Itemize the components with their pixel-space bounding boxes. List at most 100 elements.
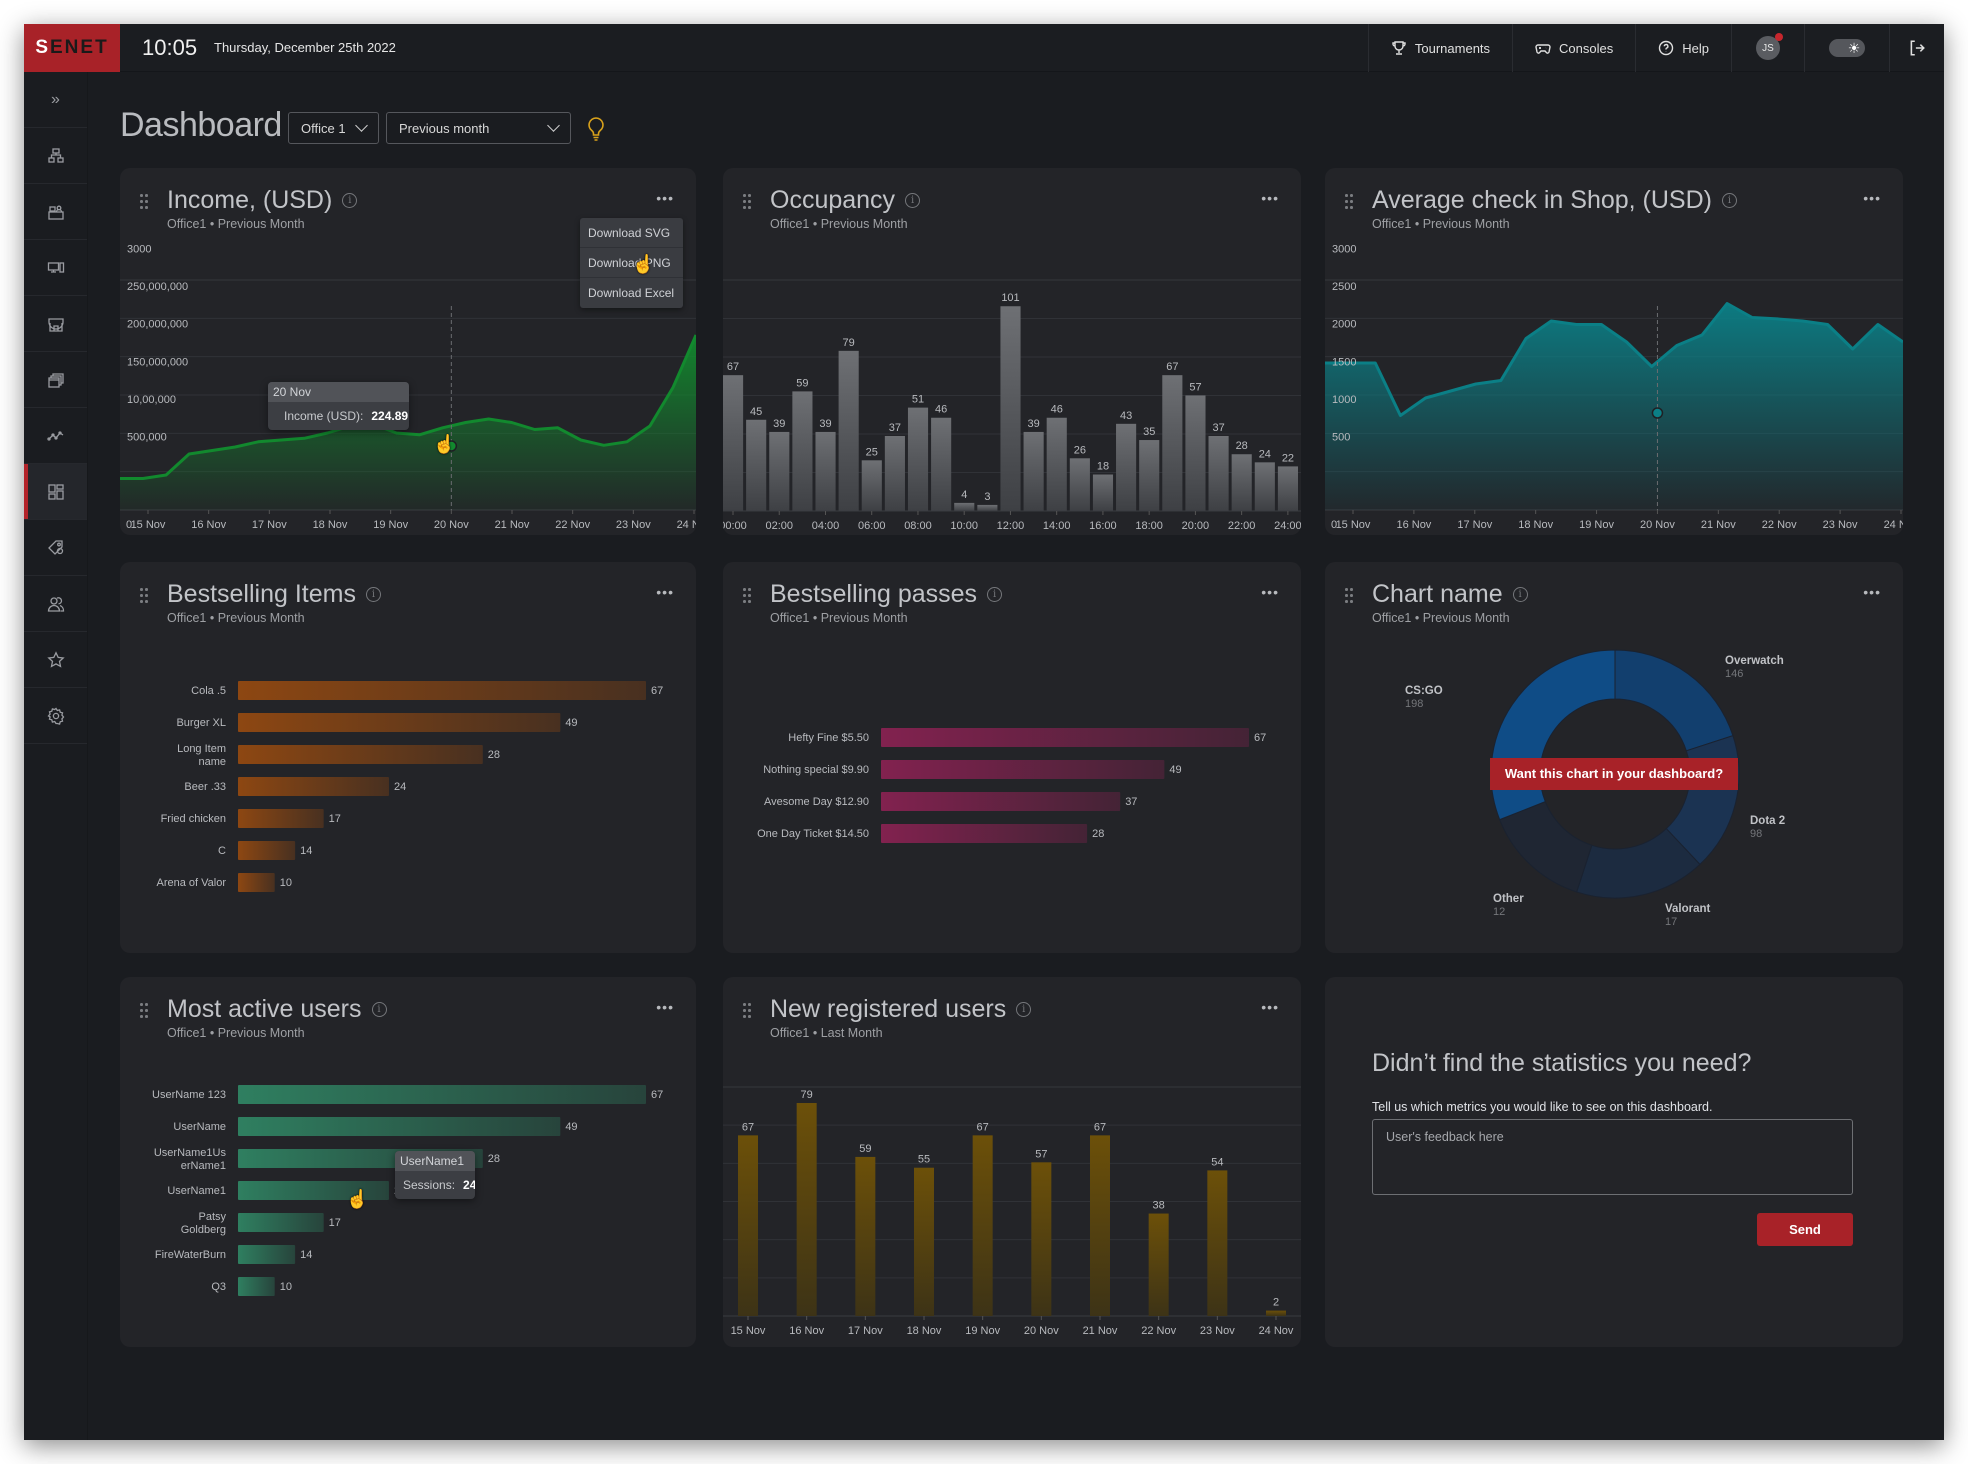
- sidebar-item-settings[interactable]: [24, 688, 87, 744]
- sidebar-item-computers[interactable]: [24, 240, 87, 296]
- bar: [954, 502, 975, 511]
- nav-consoles[interactable]: Consoles: [1512, 24, 1635, 72]
- bar-category-label: Fried chicken: [161, 813, 226, 825]
- bar: [1162, 375, 1183, 511]
- nav-help[interactable]: Help: [1635, 24, 1731, 72]
- bar-category-label: UserName: [173, 1121, 226, 1133]
- drag-handle-icon[interactable]: [1345, 588, 1353, 604]
- donut-slice: [1490, 649, 1616, 821]
- theme-toggle[interactable]: ☀: [1829, 39, 1865, 57]
- sidebar-item-dashboard[interactable]: [24, 464, 87, 520]
- bar-value-label: 79: [843, 337, 855, 349]
- bar-value-label: 46: [1051, 404, 1063, 416]
- info-icon[interactable]: i: [905, 193, 921, 208]
- bar-value-label: 39: [773, 418, 785, 430]
- sidebar-expand-button[interactable]: »: [24, 72, 87, 128]
- info-icon[interactable]: i: [1512, 587, 1528, 602]
- period-select[interactable]: Previous month: [386, 112, 571, 144]
- bar-category-label: UserName 123: [152, 1089, 226, 1101]
- gear-icon: [46, 707, 64, 725]
- drag-handle-icon[interactable]: [743, 588, 751, 604]
- more-options-icon[interactable]: •••: [656, 1000, 674, 1014]
- drag-handle-icon[interactable]: [1345, 194, 1353, 210]
- sidebar-item-pricing[interactable]: [24, 520, 87, 576]
- donut-label: Valorant: [1665, 903, 1711, 915]
- bar-value-label: 24: [1259, 448, 1271, 460]
- sidebar-item-analytics[interactable]: [24, 408, 87, 464]
- drag-handle-icon[interactable]: [743, 1003, 751, 1019]
- network-icon: [47, 147, 64, 163]
- bar: [796, 1103, 817, 1316]
- bar-category-label: UserName1Us: [154, 1147, 227, 1159]
- bar-value-label: 49: [565, 717, 577, 729]
- bar-category-label: Long Item: [177, 743, 226, 755]
- bar-value-label: 24: [394, 781, 406, 793]
- card-title-text: Bestselling passes: [770, 580, 978, 608]
- menu-item-download-excel[interactable]: Download Excel: [580, 278, 683, 308]
- info-icon[interactable]: i: [987, 587, 1003, 602]
- bar-value-label: 67: [1094, 1121, 1106, 1133]
- donut-value: 17: [1665, 916, 1677, 928]
- drag-handle-icon[interactable]: [743, 194, 751, 210]
- bar: [931, 417, 952, 511]
- drag-handle-icon[interactable]: [140, 194, 148, 210]
- donut-slice: [1499, 800, 1593, 893]
- sidebar-item-favorites[interactable]: [24, 632, 87, 688]
- info-icon[interactable]: i: [1721, 193, 1737, 208]
- drag-handle-icon[interactable]: [140, 588, 148, 604]
- y-tick-label: 500,000: [127, 431, 167, 443]
- sidebar-item-users[interactable]: [24, 576, 87, 632]
- info-icon[interactable]: i: [365, 587, 381, 602]
- sidebar-item-shop[interactable]: [24, 296, 87, 352]
- feedback-input[interactable]: [1372, 1119, 1853, 1195]
- office-select[interactable]: Office 1: [288, 112, 379, 144]
- logo[interactable]: S ENET: [24, 24, 120, 72]
- x-tick-label: 17 Nov: [252, 519, 287, 531]
- x-tick-label: 19 Nov: [965, 1325, 1000, 1337]
- lightbulb-icon[interactable]: [586, 116, 606, 142]
- more-options-icon[interactable]: •••: [1261, 191, 1279, 205]
- more-options-icon[interactable]: •••: [1863, 585, 1881, 599]
- grip-dot: [743, 194, 746, 197]
- x-tick-label: 21 Nov: [495, 519, 530, 531]
- x-tick-label: 18 Nov: [1518, 519, 1553, 531]
- menu-item-download-svg[interactable]: Download SVG: [580, 218, 683, 248]
- users-icon: [47, 596, 64, 612]
- more-options-icon[interactable]: •••: [1261, 585, 1279, 599]
- add-chart-promo-button[interactable]: Want this chart in your dashboard?: [1490, 758, 1738, 790]
- x-tick-label: 20 Nov: [434, 519, 469, 531]
- logout-button[interactable]: [1889, 24, 1944, 72]
- info-icon[interactable]: i: [342, 193, 358, 208]
- card-feedback: Didn’t find the statistics you need? Tel…: [1325, 977, 1903, 1347]
- stacked-windows-icon: [47, 372, 64, 388]
- card-title-text: Bestselling Items: [167, 580, 356, 608]
- x-tick-label: 15 Nov: [131, 519, 166, 531]
- bar-value-label: 59: [796, 377, 808, 389]
- more-options-icon[interactable]: •••: [1863, 191, 1881, 205]
- bar-category-label: FireWaterBurn: [155, 1249, 226, 1261]
- avatar[interactable]: JS: [1756, 33, 1783, 60]
- sidebar-item-network[interactable]: [24, 128, 87, 184]
- more-options-icon[interactable]: •••: [656, 191, 674, 205]
- sidebar-item-reception[interactable]: [24, 184, 87, 240]
- x-tick-label: 23 Nov: [616, 519, 651, 531]
- more-options-icon[interactable]: •••: [656, 585, 674, 599]
- bar-value-label: 25: [866, 446, 878, 458]
- info-icon[interactable]: i: [1016, 1002, 1032, 1017]
- donut-value: 198: [1405, 698, 1423, 710]
- bar-value-label: 38: [1153, 1200, 1165, 1212]
- user-menu[interactable]: JS: [1731, 24, 1804, 72]
- drag-handle-icon[interactable]: [140, 1003, 148, 1019]
- nav-tournaments[interactable]: Tournaments: [1367, 24, 1512, 72]
- hover-point: [1651, 407, 1664, 419]
- hand-cursor-icon: ☝: [433, 434, 456, 454]
- info-icon[interactable]: i: [371, 1002, 387, 1017]
- bar: [746, 419, 767, 511]
- more-options-icon[interactable]: •••: [1261, 1000, 1279, 1014]
- sidebar-item-windows[interactable]: [24, 352, 87, 408]
- card-bestselling-passes: 67 Hefty Fine $5.50 49 Nothing special $9.9…: [723, 562, 1301, 953]
- card-title-text: Chart name: [1372, 580, 1503, 608]
- star-icon: [46, 650, 65, 668]
- bar-value-label: 57: [1035, 1148, 1047, 1160]
- send-button[interactable]: Send: [1757, 1213, 1853, 1246]
